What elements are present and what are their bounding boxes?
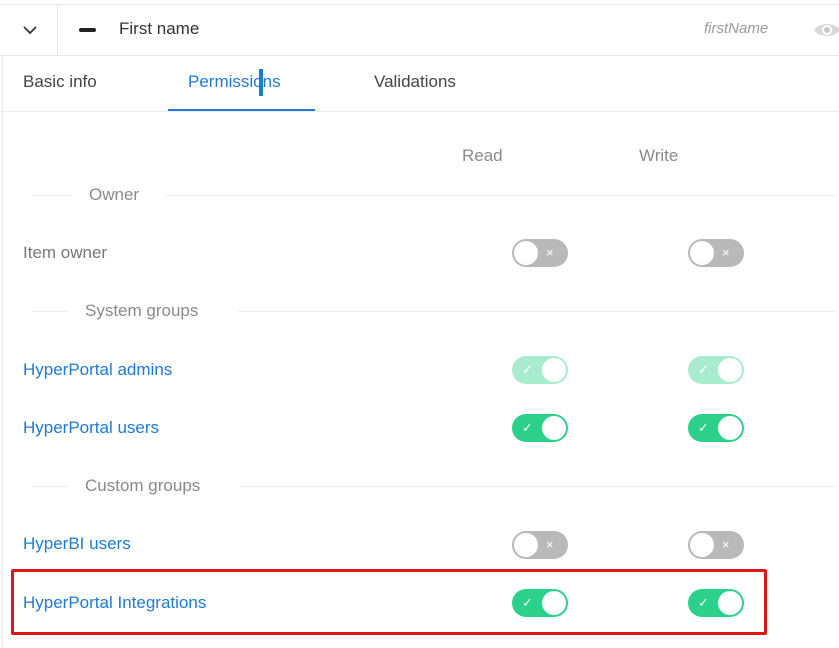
check-icon: ✓ [522,420,533,435]
field-key: firstName [704,20,769,37]
divider [166,195,836,196]
toggle-hyperportal-users-write[interactable]: ✓ [688,414,744,442]
row-label-item-owner: Item owner [23,243,108,262]
group-title-owner: Owner [89,185,140,205]
eye-icon[interactable] [813,21,839,39]
field-label: First name [119,19,200,38]
check-icon: ✓ [698,362,709,377]
group-title-system: System groups [85,301,199,321]
tab-basic-info[interactable]: Basic info [23,72,97,92]
divider [32,486,68,487]
toggle-hyperbi-users-read[interactable]: × [512,531,568,559]
toggle-knob [514,533,538,557]
highlight-box [11,569,767,635]
toggle-off-icon: × [546,537,554,552]
active-tab-indicator [168,109,315,111]
toggle-knob [542,358,566,382]
toggle-knob [690,241,714,265]
row-label-hyperportal-users[interactable]: HyperPortal users [23,418,159,438]
text-cursor [259,69,263,96]
toggle-hyperbi-users-write[interactable]: × [688,531,744,559]
toggle-off-icon: × [722,245,730,260]
field-header: First name firstName [0,4,839,56]
column-read: Read [462,146,503,165]
row-label-hyperportal-admins[interactable]: HyperPortal admins [23,360,172,380]
collapse-button[interactable] [2,5,58,55]
group-title-custom: Custom groups [85,476,201,496]
row-label-hyperbi-users[interactable]: HyperBI users [23,534,131,554]
toggle-knob [690,533,714,557]
column-write: Write [639,146,679,165]
tab-bar: Basic info Permissions Validations [0,55,839,112]
tab-permissions[interactable]: Permissions [188,72,281,92]
divider [32,195,70,196]
toggle-knob [542,416,566,440]
minus-icon[interactable] [79,28,96,32]
divider [238,311,836,312]
check-icon: ✓ [522,362,533,377]
toggle-item-owner-write[interactable]: × [688,239,744,267]
toggle-hyperportal-users-read[interactable]: ✓ [512,414,568,442]
check-icon: ✓ [698,420,709,435]
divider [32,311,68,312]
divider [241,486,836,487]
toggle-knob [718,358,742,382]
toggle-item-owner-read[interactable]: × [512,239,568,267]
toggle-hyperportal-admins-read: ✓ [512,356,568,384]
tab-validations[interactable]: Validations [374,72,456,92]
toggle-knob [514,241,538,265]
chevron-down-icon [22,25,37,34]
toggle-hyperportal-admins-write: ✓ [688,356,744,384]
toggle-off-icon: × [546,245,554,260]
toggle-knob [718,416,742,440]
toggle-off-icon: × [722,537,730,552]
